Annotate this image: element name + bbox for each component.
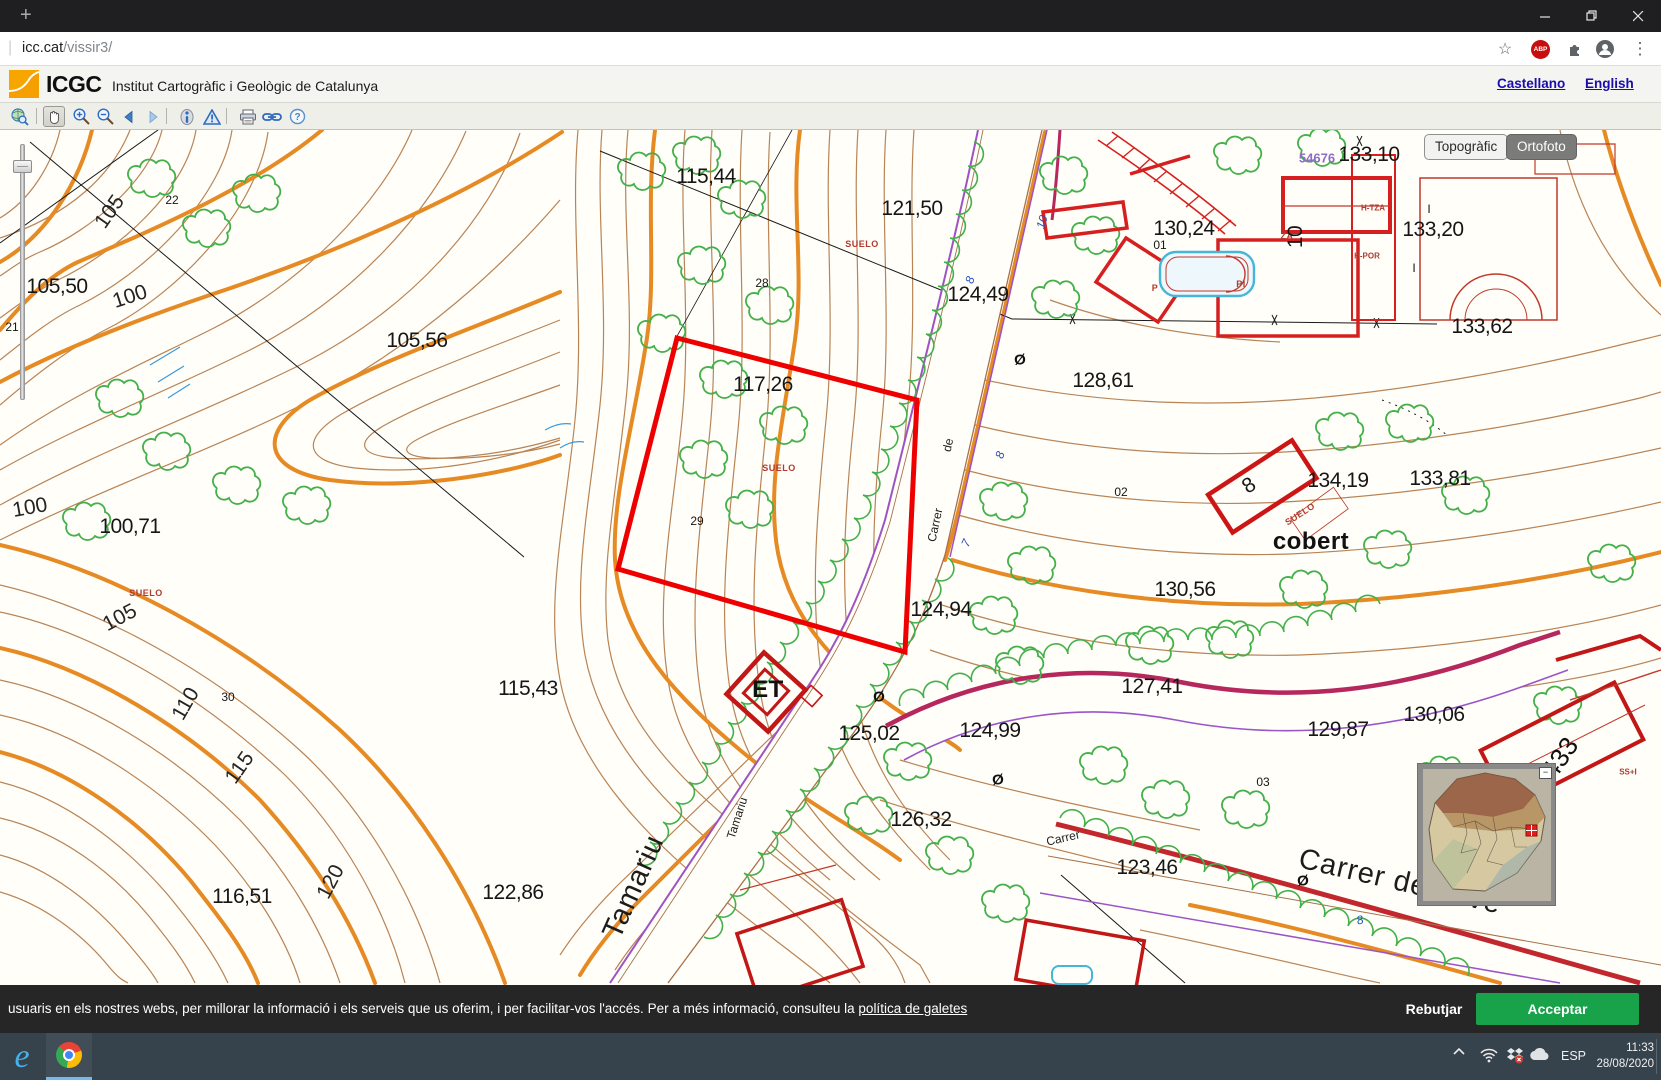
new-tab-icon[interactable]: + (20, 4, 32, 27)
internet-explorer-icon[interactable]: e (2, 1037, 42, 1077)
overview-map[interactable]: − (1417, 763, 1556, 906)
zoom-slider-thumb[interactable] (13, 160, 32, 173)
warning-icon[interactable] (201, 106, 223, 127)
toolbar-separator (166, 108, 167, 124)
next-view-icon[interactable] (142, 106, 164, 127)
print-icon[interactable] (237, 106, 259, 127)
cookie-accept-button[interactable]: Acceptar (1476, 993, 1639, 1025)
window-minimize-icon[interactable] (1522, 0, 1568, 32)
dropbox-sync-icon[interactable] (1506, 1047, 1524, 1069)
tray-chevron-icon[interactable] (1452, 1045, 1466, 1064)
windows-taskbar: e ESP 11:33 28/08/2020 (0, 1033, 1661, 1080)
window-close-icon[interactable] (1615, 0, 1661, 32)
zoom-slider-track[interactable] (20, 144, 25, 400)
taskbar-clock[interactable]: 11:33 28/08/2020 (1592, 1040, 1654, 1072)
overview-minimize-icon[interactable]: − (1539, 767, 1552, 779)
cookie-reject-button[interactable]: Rebutjar (1396, 993, 1472, 1025)
overview-marker (1526, 825, 1537, 836)
url-input[interactable]: icc.cat/vissir3/ (22, 40, 112, 56)
share-link-icon[interactable] (261, 106, 283, 127)
icgc-full-name: Institut Cartogràfic i Geològic de Catal… (112, 78, 378, 94)
address-bar: | icc.cat/vissir3/ ☆ ABP ⋮ (0, 32, 1661, 66)
adblock-extension-icon[interactable]: ABP (1531, 40, 1550, 59)
clock-time: 11:33 (1592, 1040, 1654, 1056)
info-icon[interactable] (176, 106, 198, 127)
extensions-puzzle-icon[interactable] (1564, 38, 1586, 60)
window-restore-icon[interactable] (1569, 0, 1615, 32)
icgc-logo (9, 70, 39, 98)
map-toolbar: ? (0, 103, 1661, 130)
profile-avatar-icon[interactable] (1594, 38, 1616, 60)
bookmark-star-icon[interactable]: ☆ (1494, 38, 1516, 60)
zoom-in-icon[interactable] (70, 106, 92, 127)
pan-hand-icon[interactable] (43, 106, 65, 127)
layer-button-ortofoto[interactable]: Ortofoto (1506, 134, 1577, 160)
map-drawing (0, 130, 1661, 985)
cookie-message: usuaris en els nostres webs, per millora… (8, 1001, 967, 1016)
wifi-icon[interactable] (1480, 1047, 1498, 1068)
browser-titlebar: + (0, 0, 1661, 32)
language-indicator[interactable]: ESP (1561, 1049, 1586, 1063)
show-desktop-strip[interactable] (1656, 1039, 1657, 1074)
clock-date: 28/08/2020 (1592, 1056, 1654, 1072)
svg-text:?: ? (294, 112, 300, 123)
icgc-acronym: ICGC (46, 71, 102, 98)
chrome-taskbar-icon[interactable] (46, 1033, 92, 1080)
zoom-extent-icon[interactable] (8, 106, 30, 127)
map-canvas[interactable]: 105,50105,56100,71116,51122,86115,43115,… (0, 130, 1661, 985)
zoom-slider[interactable] (12, 138, 32, 408)
chrome-logo-icon (56, 1042, 82, 1068)
zoom-out-icon[interactable] (94, 106, 116, 127)
onedrive-cloud-icon[interactable] (1530, 1047, 1550, 1066)
icgc-header: ICGC Institut Cartogràfic i Geològic de … (0, 66, 1661, 103)
previous-view-icon[interactable] (118, 106, 140, 127)
lang-link-english[interactable]: English (1585, 76, 1634, 91)
layer-button-topografic[interactable]: Topogràfic (1424, 134, 1508, 160)
help-icon[interactable]: ? (286, 106, 308, 127)
cookie-policy-link[interactable]: política de galetes (858, 1001, 967, 1016)
toolbar-separator (226, 108, 227, 124)
cookie-banner: usuaris en els nostres webs, per millora… (0, 985, 1661, 1033)
browser-menu-icon[interactable]: ⋮ (1629, 38, 1651, 60)
tree-symbols (63, 130, 1635, 922)
lang-link-castellano[interactable]: Castellano (1497, 76, 1565, 91)
toolbar-separator (36, 108, 37, 124)
address-divider: | (8, 39, 12, 57)
